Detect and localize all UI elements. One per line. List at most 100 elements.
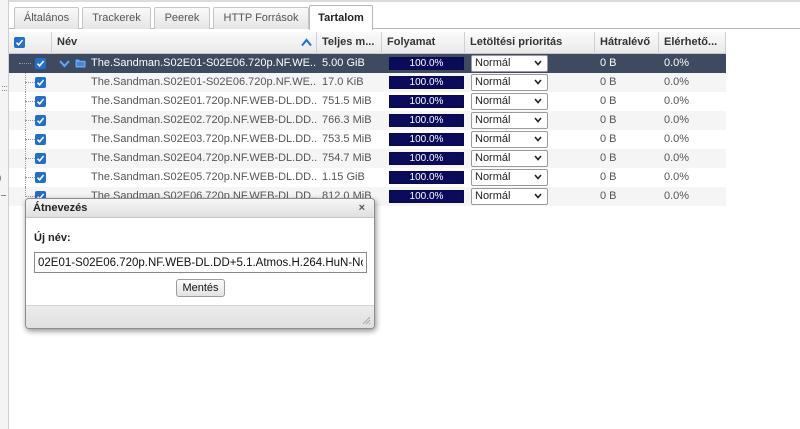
file-size: 751.5 MiB	[322, 95, 372, 107]
file-remaining: 0 B	[600, 190, 617, 202]
file-remaining: 0 B	[600, 133, 617, 145]
priority-select[interactable]: Normál	[471, 93, 548, 110]
left-panel-glyph: )	[0, 173, 1, 184]
priority-select-value: Normál	[475, 171, 511, 183]
priority-select-value: Normál	[475, 152, 511, 164]
priority-select[interactable]: Normál	[471, 188, 548, 205]
column-header-remaining[interactable]: Hátralévő	[595, 32, 659, 54]
chevron-down-icon	[534, 136, 542, 142]
progress-bar: 100.0%	[389, 57, 464, 70]
table-row[interactable]: The.Sandman.S02E02.720p.NF.WEB-DL.DD... 7…	[9, 111, 726, 130]
priority-select-value: Normál	[475, 190, 511, 202]
file-availability: 0.0%	[664, 171, 690, 183]
chevron-down-icon	[534, 193, 542, 199]
table-row[interactable]: The.Sandman.S02E03.720p.NF.WEB-DL.DD... 7…	[9, 130, 726, 149]
checkbox-checked-icon[interactable]	[35, 77, 46, 88]
file-remaining: 0 B	[600, 57, 617, 69]
tab-peers[interactable]: Peerek	[154, 7, 210, 29]
file-availability: 0.0%	[664, 114, 690, 126]
priority-select-value: Normál	[475, 76, 511, 88]
file-remaining: 0 B	[600, 171, 617, 183]
priority-select-value: Normál	[475, 57, 511, 69]
priority-select[interactable]: Normál	[471, 74, 548, 91]
progress-bar: 100.0%	[389, 133, 464, 146]
column-header-progress[interactable]: Folyamat	[382, 32, 465, 54]
file-remaining: 0 B	[600, 95, 617, 107]
folder-icon	[75, 59, 86, 68]
chevron-down-icon[interactable]	[59, 59, 70, 68]
file-availability: 0.0%	[664, 152, 690, 164]
file-availability: 0.0%	[664, 190, 690, 202]
properties-tab-bar: Általános Trackerek Peerek HTTP Források…	[9, 4, 800, 30]
file-size: 754.7 MiB	[322, 152, 372, 164]
tab-trackers[interactable]: Trackerek	[82, 7, 151, 29]
checkbox-checked-icon[interactable]	[35, 115, 46, 126]
file-name: The.Sandman.S02E01.720p.NF.WEB-DL.DD...	[91, 95, 317, 107]
checkbox-checked-icon[interactable]	[35, 58, 46, 69]
progress-bar: 100.0%	[389, 95, 464, 108]
priority-select[interactable]: Normál	[471, 55, 548, 72]
checkbox-checked-icon[interactable]	[35, 134, 46, 145]
table-row[interactable]: The.Sandman.S02E05.720p.NF.WEB-DL.DD... 1…	[9, 168, 726, 187]
file-name: The.Sandman.S02E02.720p.NF.WEB-DL.DD...	[91, 114, 317, 126]
file-size: 766.3 MiB	[322, 114, 372, 126]
left-panel-edge: )	[0, 0, 9, 429]
priority-select-value: Normál	[475, 114, 511, 126]
file-name: The.Sandman.S02E01-S02E06.720p.NF.WE...	[91, 76, 317, 88]
dialog-titlebar[interactable]: Átnevezés ×	[26, 199, 374, 218]
file-size: 17.0 KiB	[322, 76, 364, 88]
splitter-grip-icon	[2, 86, 7, 87]
left-panel-tick	[1, 195, 6, 196]
column-header-priority[interactable]: Letöltési prioritás	[465, 32, 595, 54]
chevron-down-icon	[534, 155, 542, 161]
table-row[interactable]: The.Sandman.S02E04.720p.NF.WEB-DL.DD... 7…	[9, 149, 726, 168]
tab-http-sources[interactable]: HTTP Források	[213, 7, 309, 29]
file-remaining: 0 B	[600, 152, 617, 164]
chevron-down-icon	[534, 98, 542, 104]
table-row[interactable]: The.Sandman.S02E01-S02E06.720p.NF.WE... 1…	[9, 73, 726, 92]
checkbox-checked-icon[interactable]	[35, 172, 46, 183]
sort-ascending-icon	[301, 38, 312, 47]
file-name: The.Sandman.S02E01-S02E06.720p.NF.WE...	[91, 57, 317, 69]
rename-dialog: Átnevezés × Új név: Mentés	[25, 198, 375, 329]
table-row[interactable]: The.Sandman.S02E01-S02E06.720p.NF.WE... 5…	[9, 54, 726, 73]
file-availability: 0.0%	[664, 133, 690, 145]
file-name: The.Sandman.S02E05.720p.NF.WEB-DL.DD...	[91, 171, 317, 183]
priority-select[interactable]: Normál	[471, 131, 548, 148]
progress-bar: 100.0%	[389, 114, 464, 127]
splitter-grip-icon	[2, 90, 7, 91]
progress-bar: 100.0%	[389, 171, 464, 184]
chevron-down-icon	[534, 174, 542, 180]
checkbox-checked-icon[interactable]	[14, 37, 25, 48]
file-size: 753.5 MiB	[322, 133, 372, 145]
progress-bar: 100.0%	[389, 152, 464, 165]
file-remaining: 0 B	[600, 76, 617, 88]
checkbox-checked-icon[interactable]	[35, 153, 46, 164]
chevron-down-icon	[534, 60, 542, 66]
table-header: Név Teljes m... Folyamat Letöltési prior…	[9, 32, 726, 54]
tab-general[interactable]: Általános	[14, 7, 79, 29]
priority-select-value: Normál	[475, 133, 511, 145]
resize-grip-icon[interactable]	[361, 315, 371, 325]
table-row[interactable]: The.Sandman.S02E01.720p.NF.WEB-DL.DD... 7…	[9, 92, 726, 111]
priority-select[interactable]: Normál	[471, 150, 548, 167]
column-header-name[interactable]: Név	[52, 32, 317, 54]
tree-connector	[19, 63, 31, 64]
priority-select[interactable]: Normál	[471, 112, 548, 129]
priority-select-value: Normál	[475, 95, 511, 107]
priority-select[interactable]: Normál	[471, 169, 548, 186]
column-header-size[interactable]: Teljes m...	[317, 32, 382, 54]
column-header-availability[interactable]: Elérhető...	[659, 32, 726, 54]
tab-content[interactable]: Tartalom	[309, 5, 373, 30]
checkbox-checked-icon[interactable]	[35, 96, 46, 107]
file-remaining: 0 B	[600, 114, 617, 126]
header-select-all[interactable]	[9, 32, 52, 54]
save-button[interactable]: Mentés	[176, 279, 225, 297]
new-name-label: Új név:	[34, 232, 71, 244]
file-size: 1.15 GiB	[322, 171, 365, 183]
top-border	[9, 0, 800, 2]
chevron-down-icon	[534, 117, 542, 123]
new-name-input[interactable]	[34, 252, 367, 273]
close-icon[interactable]: ×	[359, 202, 365, 214]
progress-bar: 100.0%	[389, 76, 464, 89]
